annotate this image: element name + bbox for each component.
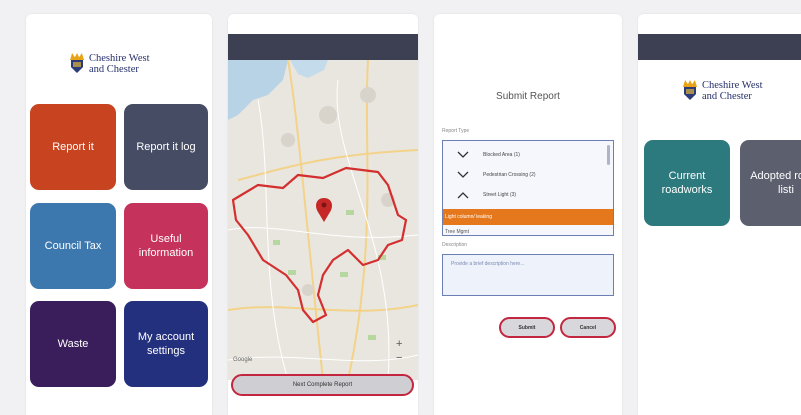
list-item[interactable]: Tree Mgmt: [445, 229, 469, 235]
adopted-roads-listing-tile[interactable]: Adopted roads listi: [740, 140, 801, 226]
council-tax-tile[interactable]: Council Tax: [30, 203, 116, 289]
report-it-tile[interactable]: Report it: [30, 104, 116, 190]
submit-button[interactable]: Submit: [499, 317, 555, 338]
useful-information-tile[interactable]: Useful information: [124, 203, 208, 289]
roads-screen: Cheshire West and Chester Current roadwo…: [638, 14, 801, 415]
tile-label: Report it: [52, 141, 94, 153]
list-item[interactable]: Pedestrian Crossing (2): [443, 167, 613, 183]
tile-label: Report it log: [136, 141, 196, 153]
home-screen: Cheshire West and Chester Report it Repo…: [26, 14, 212, 415]
chevron-up-icon: [457, 189, 469, 201]
map-view[interactable]: + −: [228, 60, 418, 380]
my-account-settings-tile[interactable]: My account settings: [124, 301, 208, 387]
tile-label: My account settings: [137, 331, 195, 357]
scrollbar[interactable]: [607, 145, 610, 165]
crest-icon: [682, 80, 698, 100]
map-screen: + − Google Next Complete Report: [228, 14, 418, 415]
app-header-bar: [228, 34, 418, 60]
list-item[interactable]: Blocked Area (1): [443, 147, 613, 163]
map-credit: Google: [233, 357, 253, 363]
logo-line2: and Chester: [89, 64, 139, 75]
council-logo: Cheshire West and Chester: [682, 80, 763, 102]
description-field[interactable]: Provide a brief description here...: [442, 254, 614, 296]
cancel-button[interactable]: Cancel: [560, 317, 616, 338]
chevron-down-icon: [457, 149, 469, 161]
report-type-list[interactable]: Blocked Area (1) Pedestrian Crossing (2)…: [442, 140, 614, 236]
crest-icon: [69, 53, 85, 73]
selected-option[interactable]: Light column/ leaking: [443, 209, 613, 225]
next-complete-report-button[interactable]: Next Complete Report: [231, 374, 414, 396]
app-header-bar: [638, 34, 801, 60]
zoom-out-button[interactable]: −: [396, 352, 402, 364]
tile-label: Current roadworks: [661, 170, 713, 196]
council-logo: Cheshire West and Chester: [69, 53, 150, 75]
location-pin-icon: [316, 198, 332, 222]
tile-label: Council Tax: [44, 240, 102, 252]
chevron-down-icon: [457, 169, 469, 181]
submit-report-screen: Submit Report Report Type Blocked Area (…: [434, 14, 622, 415]
logo-line1: Cheshire West: [702, 80, 763, 91]
tile-label: Useful information: [138, 233, 194, 259]
zoom-in-button[interactable]: +: [396, 338, 402, 350]
description-label: Description: [442, 242, 468, 248]
map-canvas: [228, 60, 418, 380]
option-label: Blocked Area (1): [483, 152, 520, 158]
tile-label: Waste: [57, 338, 89, 350]
report-type-label: Report Type: [442, 128, 470, 134]
option-label: Street Light (3): [483, 192, 517, 198]
option-label: Pedestrian Crossing (2): [483, 172, 536, 178]
page-title: Submit Report: [496, 91, 560, 102]
logo-line2: and Chester: [702, 91, 752, 102]
logo-line1: Cheshire West: [89, 53, 150, 64]
report-it-log-tile[interactable]: Report it log: [124, 104, 208, 190]
waste-tile[interactable]: Waste: [30, 301, 116, 387]
current-roadworks-tile[interactable]: Current roadworks: [644, 140, 730, 226]
list-item[interactable]: Street Light (3): [443, 187, 613, 203]
tile-label: Adopted roads listi: [750, 170, 801, 196]
